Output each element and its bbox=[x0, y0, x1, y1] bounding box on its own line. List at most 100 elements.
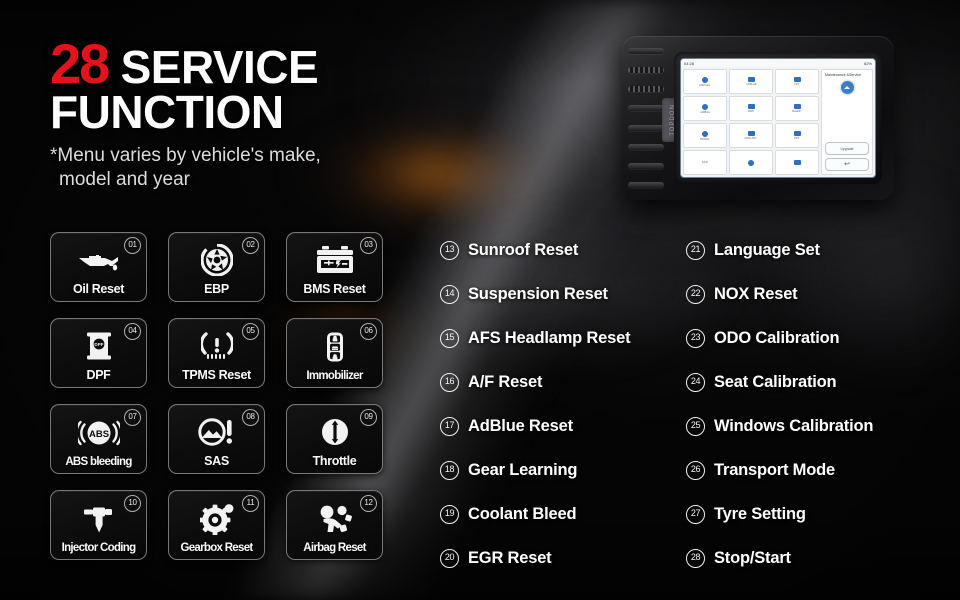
tablet-app-tile[interactable]: AIRBAG bbox=[683, 96, 727, 121]
list-label: Stop/Start bbox=[714, 548, 791, 567]
app-icon bbox=[793, 160, 801, 165]
svg-text:DPF: DPF bbox=[94, 342, 103, 347]
service-card-dpf[interactable]: 04 DPF DPF bbox=[50, 318, 147, 388]
list-item[interactable]: 14 Suspension Reset bbox=[440, 272, 630, 316]
list-item[interactable]: 23 ODO Calibration bbox=[686, 316, 873, 360]
list-item[interactable]: 28 Stop/Start bbox=[686, 536, 873, 580]
service-card-airbag-reset[interactable]: 12 Airbag Reset bbox=[286, 490, 383, 560]
page-subtitle: *Menu varies by vehicle's make, model an… bbox=[50, 144, 470, 192]
home-icon[interactable] bbox=[840, 81, 854, 95]
grip-rib bbox=[628, 181, 664, 188]
tablet-app-tile[interactable]: BMS bbox=[729, 96, 773, 121]
list-item[interactable]: 26 Transport Mode bbox=[686, 448, 873, 492]
service-card-oil-reset[interactable]: 01 Oil Reset bbox=[50, 232, 147, 302]
grip-rib bbox=[628, 124, 664, 131]
service-card-gearbox-reset[interactable]: 11 Gearbox Reset bbox=[168, 490, 265, 560]
card-number-badge: 11 bbox=[242, 495, 259, 512]
svg-text:ABS: ABS bbox=[88, 429, 108, 440]
side-panel-spacer bbox=[825, 94, 869, 139]
tablet-app-tile[interactable]: AIRFUEL bbox=[683, 69, 727, 94]
diagnostic-tablet-device: TOPDON 04:28 62% AIRFUEL ADBLUE AFS AIRB… bbox=[622, 36, 894, 200]
grip-rib bbox=[628, 86, 664, 93]
service-card-injector-coding[interactable]: 10 Injector Coding bbox=[50, 490, 147, 560]
tablet-app-tile[interactable]: EGR bbox=[683, 150, 727, 175]
list-item[interactable]: 22 NOX Reset bbox=[686, 272, 873, 316]
tablet-app-tile[interactable]: COOLANT bbox=[729, 123, 773, 148]
grip-rib bbox=[628, 67, 664, 74]
list-item[interactable]: 24 Seat Calibration bbox=[686, 360, 873, 404]
list-label: Seat Calibration bbox=[714, 372, 837, 391]
app-label: BMS bbox=[748, 110, 754, 113]
list-number: 22 bbox=[686, 284, 705, 304]
list-label: AFS Headlamp Reset bbox=[468, 328, 631, 347]
app-icon bbox=[793, 131, 801, 136]
list-item[interactable]: 21 Language Set bbox=[686, 228, 873, 272]
list-number: 24 bbox=[686, 372, 705, 392]
tablet-app-tile[interactable]: BLEED bbox=[775, 96, 819, 121]
list-number: 19 bbox=[440, 504, 459, 524]
service-card-bms-reset[interactable]: 03 BMS Reset bbox=[286, 232, 383, 302]
tablet-app-tile[interactable]: AFS bbox=[775, 69, 819, 94]
card-label: Throttle bbox=[312, 454, 357, 468]
grip-rib bbox=[628, 48, 664, 54]
service-card-sas[interactable]: 08 SAS bbox=[168, 404, 265, 474]
tablet-app-tile[interactable] bbox=[775, 150, 819, 175]
app-icon bbox=[702, 76, 708, 83]
list-label: EGR Reset bbox=[468, 548, 552, 567]
list-label: A/F Reset bbox=[468, 372, 543, 391]
list-item[interactable]: 25 Windows Calibration bbox=[686, 404, 873, 448]
app-label: BRAKE bbox=[700, 137, 710, 141]
service-card-tpms-reset[interactable]: 05 TPMS Reset bbox=[168, 318, 265, 388]
tablet-side-grip bbox=[628, 48, 664, 188]
list-item[interactable]: 16 A/F Reset bbox=[440, 360, 630, 404]
tablet-app-tile[interactable] bbox=[729, 150, 773, 175]
list-number: 26 bbox=[686, 460, 705, 480]
card-number-badge: 01 bbox=[124, 237, 141, 254]
list-label: Language Set bbox=[714, 240, 820, 259]
card-label: Oil Reset bbox=[72, 282, 125, 296]
list-item[interactable]: 19 Coolant Bleed bbox=[440, 492, 630, 536]
list-label: AdBlue Reset bbox=[468, 416, 573, 435]
tablet-app-tile[interactable]: BRAKE bbox=[683, 123, 727, 148]
app-icon bbox=[793, 104, 801, 109]
tablet-app-tile[interactable]: ADBLUE bbox=[729, 69, 773, 94]
list-item[interactable]: 17 AdBlue Reset bbox=[440, 404, 630, 448]
list-number: 28 bbox=[686, 548, 705, 568]
card-label: Injector Coding bbox=[61, 542, 137, 554]
upgrade-button[interactable]: Upgrade bbox=[825, 142, 869, 155]
tablet-side-panel: Maintenance &Service Upgrade ↩ bbox=[821, 69, 873, 175]
back-button[interactable]: ↩ bbox=[825, 158, 869, 171]
list-item[interactable]: 18 Gear Learning bbox=[440, 448, 630, 492]
card-number-badge: 07 bbox=[124, 409, 141, 426]
page-title-line-1: 28 SERVICE bbox=[50, 36, 470, 92]
side-panel-title: Maintenance &Service bbox=[825, 73, 861, 77]
service-list-column-b: 21 Language Set 22 NOX Reset 23 ODO Cali… bbox=[686, 228, 873, 580]
grip-rib bbox=[628, 105, 664, 112]
list-item[interactable]: 13 Sunroof Reset bbox=[440, 228, 630, 272]
list-label: Windows Calibration bbox=[714, 416, 874, 435]
list-item[interactable]: 27 Tyre Setting bbox=[686, 492, 873, 536]
subtitle-line-1: *Menu varies by vehicle's make, bbox=[50, 144, 321, 166]
card-number-badge: 03 bbox=[360, 237, 377, 254]
service-card-throttle[interactable]: 09 Throttle bbox=[286, 404, 383, 474]
list-item[interactable]: 20 EGR Reset bbox=[440, 536, 630, 580]
card-number-badge: 02 bbox=[242, 237, 259, 254]
app-label: AIRFUEL bbox=[699, 83, 711, 87]
service-card-ebp[interactable]: 02 EBP bbox=[168, 232, 265, 302]
card-label: Airbag Reset bbox=[303, 542, 366, 554]
card-number-badge: 08 bbox=[242, 409, 259, 426]
page-title-word-function: FUNCTION bbox=[50, 85, 284, 138]
service-card-abs-bleeding[interactable]: 07 ABS ABS bleeding bbox=[50, 404, 147, 474]
app-label: EGR bbox=[702, 161, 708, 164]
app-icon bbox=[702, 103, 708, 110]
list-label: Coolant Bleed bbox=[468, 504, 577, 523]
tablet-app-tile[interactable]: DPF bbox=[775, 123, 819, 148]
card-number-badge: 04 bbox=[124, 323, 141, 340]
list-number: 16 bbox=[440, 372, 459, 392]
service-card-immobilizer[interactable]: 06 Immobilizer bbox=[286, 318, 383, 388]
list-label: Transport Mode bbox=[714, 460, 835, 479]
list-item[interactable]: 15 AFS Headlamp Reset bbox=[440, 316, 631, 360]
list-number: 17 bbox=[440, 416, 459, 436]
app-icon bbox=[747, 104, 755, 109]
list-number: 23 bbox=[686, 328, 705, 348]
